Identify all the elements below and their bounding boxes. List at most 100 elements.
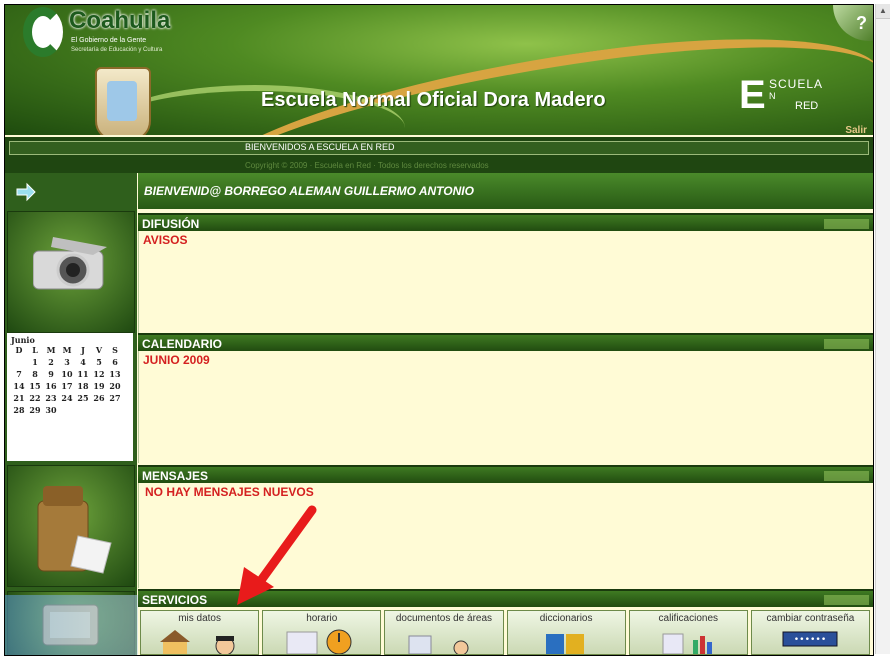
calendar-day[interactable]: 25	[75, 393, 91, 403]
refresh-arrow-icon[interactable]	[15, 181, 37, 203]
service-documentos-button[interactable]: documentos de áreas	[384, 610, 504, 655]
enr-logo-text-3: RED	[795, 100, 819, 112]
calendario-panel: JUNIO 2009	[138, 351, 873, 463]
calendar-day[interactable]: 28	[11, 405, 27, 415]
service-label: documentos de áreas	[395, 613, 493, 624]
calendar-weekday: D	[15, 345, 23, 355]
calendar-day[interactable]: 15	[27, 381, 43, 391]
calendar-day[interactable]: 23	[43, 393, 59, 403]
calendar-day[interactable]: 1	[27, 357, 43, 367]
school-crest-icon	[95, 67, 151, 135]
logo-subtitle: El Gobierno de la Gente	[71, 37, 147, 44]
salir-link[interactable]: Salir	[845, 125, 867, 135]
coahuila-logo[interactable]: Coahuila El Gobierno de la Gente Secreta…	[23, 7, 188, 65]
calendar-weekday: L	[32, 345, 38, 355]
calendar-month: Junio	[11, 335, 35, 345]
greeting-bar: BIENVENID@ BORREGO ALEMAN GUILLERMO ANTO…	[138, 173, 873, 209]
calendar-day[interactable]: 27	[107, 393, 123, 403]
mensajes-image-tile	[7, 465, 135, 587]
help-icon[interactable]: ?	[833, 5, 873, 41]
calendar-day[interactable]: 11	[75, 369, 91, 379]
calendar-weekday: M	[62, 345, 72, 355]
vertical-scrollbar[interactable]: ▲	[875, 4, 890, 654]
calendar-day[interactable]: 30	[43, 405, 59, 415]
password-icon: ••••••	[782, 631, 838, 647]
section-header-decoration	[824, 595, 869, 605]
documents-icon	[408, 635, 469, 654]
service-calificaciones-button[interactable]: calificaciones	[628, 610, 748, 655]
calendar-day[interactable]: 17	[59, 381, 75, 391]
calendar-grid: D L M M J V S 1 2 3 4 5 6 7 8 9 10 11 12 13 14 15 16 17 18 19 20 21…	[11, 345, 123, 415]
calendar-day[interactable]: 7	[11, 369, 27, 379]
enr-logo-e: E	[739, 73, 766, 117]
calendar-day[interactable]: 29	[27, 405, 43, 415]
service-label: cambiar contraseña	[766, 613, 855, 624]
calendar-weekday: J	[81, 345, 85, 355]
services-row: mis datos horario documentos de áreas di…	[140, 610, 871, 655]
service-label: mis datos	[178, 613, 221, 624]
coahuila-c-icon	[23, 7, 63, 57]
enr-logo-text-2: N	[769, 91, 776, 101]
welcome-bar: BIENVENIDOS A ESCUELA EN RED Copyright ©…	[5, 137, 873, 173]
service-cambiar-contrasena-button[interactable]: cambiar contraseña ••••••	[750, 610, 871, 655]
difusion-panel: AVISOS	[138, 231, 873, 333]
service-mis-datos-button[interactable]: mis datos	[140, 610, 260, 655]
section-title-calendario: CALENDARIO	[142, 337, 222, 351]
header-banner: Coahuila El Gobierno de la Gente Secreta…	[5, 5, 873, 135]
welcome-bar-line	[9, 141, 869, 155]
section-header-calendario: CALENDARIO	[138, 333, 873, 351]
calendar-day[interactable]: 19	[91, 381, 107, 391]
calendar-day[interactable]: 22	[27, 393, 43, 403]
calendar-day[interactable]: 2	[43, 357, 59, 367]
service-label: calificaciones	[658, 613, 719, 624]
calendar-day	[11, 357, 27, 367]
section-header-decoration	[824, 219, 869, 229]
calendar-weekday: S	[112, 345, 118, 355]
calendar-day[interactable]: 16	[43, 381, 59, 391]
calendar-day[interactable]: 4	[75, 357, 91, 367]
avisos-title[interactable]: AVISOS	[143, 233, 187, 247]
calendar-day[interactable]: 18	[75, 381, 91, 391]
service-label: horario	[306, 613, 338, 624]
service-diccionarios-button[interactable]: diccionarios	[506, 610, 626, 655]
clock-icon	[286, 629, 352, 654]
calendar-day[interactable]: 9	[43, 369, 59, 379]
browser-viewport: Coahuila El Gobierno de la Gente Secreta…	[4, 4, 874, 656]
calendar-weekday: M	[46, 345, 56, 355]
difusion-image-tile	[7, 211, 135, 333]
calendar-day[interactable]: 6	[107, 357, 123, 367]
calendar-weekday: V	[95, 345, 103, 355]
welcome-text: BIENVENIDOS A ESCUELA EN RED	[245, 142, 395, 152]
calendar-day[interactable]: 21	[11, 393, 27, 403]
calendar-day[interactable]: 14	[11, 381, 27, 391]
enr-logo-text-1: SCUELA	[769, 77, 824, 91]
section-header-difusion: DIFUSIÓN	[138, 213, 873, 231]
section-header-mensajes: MENSAJES	[138, 465, 873, 483]
house-icon	[159, 630, 235, 654]
calendar-day[interactable]: 20	[107, 381, 123, 391]
logo-subtitle-2: Secretaría de Educación y Cultura	[71, 47, 163, 53]
service-label: diccionarios	[539, 613, 593, 624]
school-name: Escuela Normal Oficial Dora Madero	[261, 89, 606, 111]
annotation-arrow-icon	[237, 505, 317, 605]
calendar-day[interactable]: 13	[107, 369, 123, 379]
section-title-difusion: DIFUSIÓN	[142, 217, 200, 231]
calendar-day[interactable]: 26	[91, 393, 107, 403]
camera-icon	[33, 237, 107, 290]
mensajes-status[interactable]: NO HAY MENSAJES NUEVOS	[145, 485, 314, 499]
svg-text:••••••: ••••••	[794, 635, 827, 645]
calendar-day[interactable]: 3	[59, 357, 75, 367]
calendar-day[interactable]: 24	[59, 393, 75, 403]
section-header-decoration	[824, 339, 869, 349]
grades-icon	[662, 633, 713, 654]
service-horario-button[interactable]: horario	[262, 610, 382, 655]
scroll-up-icon[interactable]: ▲	[876, 4, 890, 19]
logo-title: Coahuila	[69, 7, 171, 34]
calendar-day[interactable]: 8	[27, 369, 43, 379]
calendar-day[interactable]: 5	[91, 357, 107, 367]
calendar-day[interactable]: 12	[91, 369, 107, 379]
calendar-day[interactable]: 10	[59, 369, 75, 379]
calendario-month-title[interactable]: JUNIO 2009	[143, 353, 210, 367]
escuela-en-red-logo: E SCUELA N RED	[739, 75, 849, 120]
copyright-text: Copyright © 2009 · Escuela en Red · Todo…	[245, 161, 489, 170]
